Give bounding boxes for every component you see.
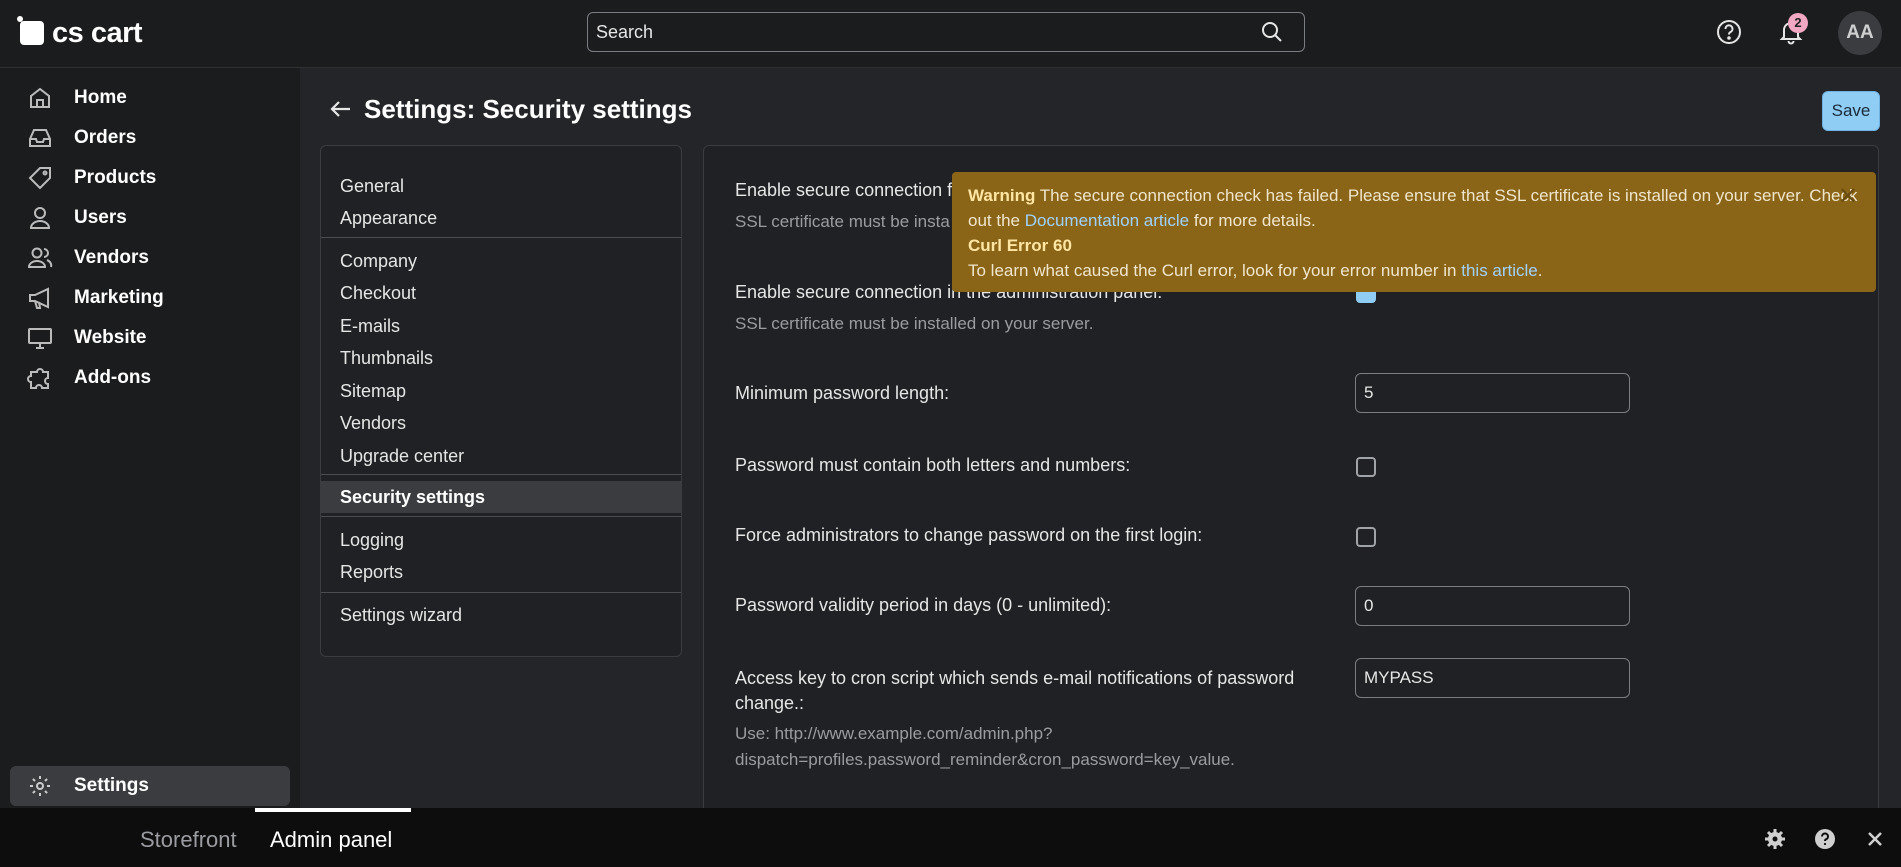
warning-notification: Warning The secure connection check has … [952, 172, 1876, 292]
active-tab-indicator [255, 808, 411, 812]
sidebar-item-label: Add-ons [74, 367, 152, 388]
divider [321, 237, 681, 238]
help-icon[interactable] [1814, 828, 1836, 850]
error-text-end: . [1537, 261, 1543, 280]
close-icon[interactable]: ✕ [1838, 184, 1858, 209]
sidebar-item-label: Home [74, 87, 127, 108]
sidebar-item-label: Settings [74, 775, 149, 796]
sidebar-item-label: Website [74, 327, 147, 348]
cron-key-input[interactable] [1355, 658, 1630, 698]
back-arrow-icon[interactable] [328, 96, 354, 122]
section-general[interactable]: General [340, 176, 404, 197]
save-button[interactable]: Save [1822, 91, 1880, 131]
letters-numbers-label: Password must contain both letters and n… [735, 455, 1131, 475]
error-title-line: Curl Error 60 [968, 233, 1860, 258]
warning-text: for more details. [1189, 211, 1316, 230]
logo[interactable]: cs cart [17, 16, 143, 50]
sidebar-item-settings[interactable]: Settings [10, 766, 290, 806]
sidebar-item-home[interactable]: Home [26, 81, 127, 115]
help-icon[interactable] [1714, 17, 1744, 47]
monitor-icon [28, 328, 52, 349]
tab-admin-panel[interactable]: Admin panel [270, 827, 392, 853]
warning-title: Warning [968, 186, 1036, 205]
sidebar-item-users[interactable]: Users [26, 201, 127, 235]
min-password-input[interactable] [1355, 373, 1630, 413]
section-security-settings[interactable]: Security settings [340, 487, 485, 508]
search-icon[interactable] [1260, 20, 1284, 44]
sidebar-item-label: Vendors [74, 247, 149, 268]
section-checkout[interactable]: Checkout [340, 283, 416, 304]
sidebar-item-label: Users [74, 207, 127, 228]
section-appearance[interactable]: Appearance [340, 208, 437, 229]
tag-icon [28, 167, 51, 190]
top-bar: cs cart 2 AA [0, 0, 1901, 68]
search-input[interactable] [588, 13, 1304, 51]
user-icon [29, 207, 51, 229]
page-title: Settings: Security settings [364, 94, 692, 124]
section-sitemap[interactable]: Sitemap [340, 381, 406, 402]
users-icon [27, 247, 53, 268]
tab-storefront[interactable]: Storefront [140, 827, 237, 853]
sidebar-item-label: Marketing [74, 287, 164, 308]
cron-hint-line2: dispatch=profiles.password_reminder&cron… [735, 750, 1235, 769]
section-emails[interactable]: E-mails [340, 316, 400, 337]
divider [321, 474, 681, 475]
letters-numbers-checkbox[interactable] [1356, 457, 1376, 477]
cron-label-line2: change.: [735, 693, 805, 713]
bottom-bar: Storefront Admin panel [0, 808, 1901, 867]
sidebar-item-website[interactable]: Website [26, 321, 147, 355]
section-company[interactable]: Company [340, 251, 417, 272]
force-change-label: Force administrators to change password … [735, 525, 1203, 545]
section-thumbnails[interactable]: Thumbnails [340, 348, 433, 369]
divider [321, 592, 681, 593]
section-upgrade-center[interactable]: Upgrade center [340, 446, 464, 467]
puzzle-icon [27, 368, 49, 389]
megaphone-icon [29, 287, 49, 309]
settings-section-nav: General Appearance Company Checkout E-ma… [320, 145, 682, 657]
validity-label: Password validity period in days (0 - un… [735, 595, 1112, 615]
gear-icon[interactable] [1764, 828, 1786, 850]
inbox-icon [29, 129, 51, 147]
error-title: Curl Error 60 [968, 236, 1072, 255]
section-reports[interactable]: Reports [340, 562, 403, 583]
home-icon [30, 87, 50, 108]
sidebar-item-label: Orders [74, 127, 137, 148]
error-line: To learn what caused the Curl error, loo… [968, 258, 1860, 283]
sidebar-item-label: Products [74, 167, 157, 188]
gear-icon [30, 776, 50, 796]
cron-hint-line1: Use: http://www.example.com/admin.php? [735, 724, 1053, 743]
secure-storefront-hint: SSL certificate must be insta [735, 212, 950, 231]
section-settings-wizard[interactable]: Settings wizard [340, 605, 462, 626]
sidebar-item-addons[interactable]: Add-ons [26, 361, 151, 395]
notification-badge: 2 [1788, 13, 1808, 33]
section-vendors[interactable]: Vendors [340, 413, 406, 434]
force-change-checkbox[interactable] [1356, 527, 1376, 547]
cron-label-line1: Access key to cron script which sends e-… [735, 668, 1295, 688]
sidebar-item-vendors[interactable]: Vendors [26, 241, 149, 275]
error-text: To learn what caused the Curl error, loo… [968, 261, 1462, 280]
search-box[interactable] [587, 12, 1305, 52]
logo-text: cs cart [52, 16, 143, 49]
min-password-label: Minimum password length: [735, 383, 950, 403]
secure-storefront-label: Enable secure connection fo [735, 180, 963, 200]
secure-admin-hint: SSL certificate must be installed on you… [735, 314, 1094, 333]
divider [321, 516, 681, 517]
sidebar-item-orders[interactable]: Orders [26, 121, 136, 155]
documentation-link[interactable]: Documentation article [1025, 211, 1189, 230]
close-icon[interactable] [1864, 828, 1886, 850]
avatar[interactable]: AA [1838, 11, 1882, 55]
section-logging[interactable]: Logging [340, 530, 404, 551]
error-article-link[interactable]: this article [1461, 261, 1538, 280]
warning-line: Warning The secure connection check has … [968, 183, 1860, 233]
validity-input[interactable] [1355, 586, 1630, 626]
sidebar-item-products[interactable]: Products [26, 161, 156, 195]
logo-mark [17, 16, 44, 45]
sidebar-item-marketing[interactable]: Marketing [26, 281, 164, 315]
